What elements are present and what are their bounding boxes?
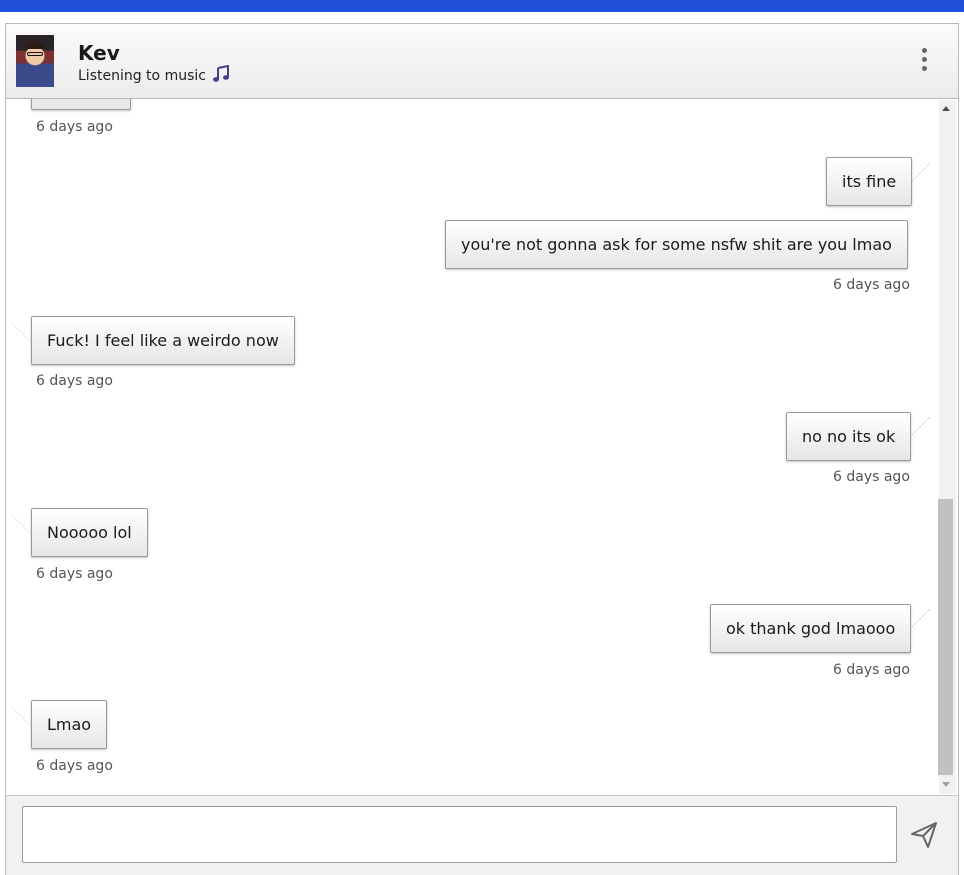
- message-timestamp: 6 days ago: [833, 469, 910, 485]
- send-icon[interactable]: [909, 820, 939, 850]
- message-text: Fuck! I feel like a weirdo now: [47, 331, 279, 350]
- scroll-up-arrow-icon[interactable]: [938, 102, 953, 116]
- kebab-menu-icon[interactable]: [920, 48, 928, 74]
- contact-name: Kev: [78, 41, 120, 65]
- message-bubble-outgoing: no no its ok: [786, 412, 912, 461]
- scroll-down-arrow-icon[interactable]: [938, 777, 953, 791]
- message-list[interactable]: 6 days ago its fine you're not gonna ask…: [6, 99, 958, 795]
- message-bubble-outgoing: you're not gonna ask for some nsfw shit …: [445, 220, 908, 269]
- browser-top-bar: [0, 0, 964, 12]
- message-timestamp: 6 days ago: [833, 662, 910, 678]
- message-timestamp: 6 days ago: [36, 373, 113, 389]
- chat-header: Kev Listening to music: [6, 24, 958, 99]
- chat-window: Kev Listening to music 6 days ago its fi…: [5, 23, 959, 875]
- message-bubble-outgoing: ok thank god lmaooo: [710, 604, 912, 653]
- status-text: Listening to music: [78, 68, 206, 84]
- music-note-icon: [212, 64, 230, 87]
- message-text: Lmao: [47, 715, 92, 734]
- message-text: you're not gonna ask for some nsfw shit …: [461, 235, 892, 254]
- message-timestamp: 6 days ago: [36, 119, 113, 135]
- scrollbar-thumb[interactable]: [938, 499, 953, 775]
- message-timestamp: 6 days ago: [36, 758, 113, 774]
- message-timestamp: 6 days ago: [833, 277, 910, 293]
- message-composer: [6, 795, 958, 875]
- message-bubble-incoming: [31, 99, 131, 110]
- message-bubble-incoming: Nooooo lol: [31, 508, 148, 557]
- contact-status: Listening to music: [78, 64, 230, 87]
- message-text: ok thank god lmaooo: [726, 619, 896, 638]
- message-timestamp: 6 days ago: [36, 566, 113, 582]
- message-text: Nooooo lol: [47, 523, 132, 542]
- message-input[interactable]: [22, 806, 897, 863]
- message-bubble-incoming: Lmao: [31, 700, 108, 749]
- message-text: no no its ok: [802, 427, 896, 446]
- message-text: its fine: [842, 172, 897, 191]
- message-bubble-incoming: Fuck! I feel like a weirdo now: [31, 316, 295, 365]
- avatar[interactable]: [16, 35, 54, 87]
- message-bubble-outgoing: its fine: [826, 157, 913, 206]
